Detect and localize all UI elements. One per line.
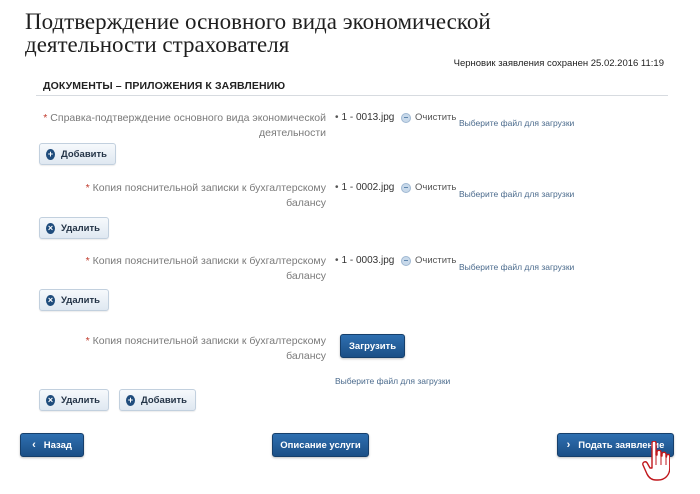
clear-icon — [401, 112, 411, 123]
required-marker: * — [43, 112, 48, 124]
document-label-3: * Копия пояснительной записки к бухгалте… — [26, 254, 326, 284]
document-label-line1: Копия пояснительной записки к бухгалтерс… — [92, 255, 326, 267]
clear-label: Очистить — [415, 112, 457, 123]
upload-button-label: Загрузить — [348, 340, 397, 352]
back-button[interactable]: ‹ Назад — [20, 433, 84, 457]
document-label-line1: Справка-подтверждение основного вида эко… — [50, 112, 326, 124]
section-title: ДОКУМЕНТЫ – ПРИЛОЖЕНИЯ К ЗАЯВЛЕНИЮ — [43, 80, 286, 92]
remove-button-label: Удалить — [61, 294, 100, 306]
remove-icon: × — [46, 222, 55, 234]
back-button-label: Назад — [43, 439, 72, 451]
uploaded-file-2: • 1 - 0002.jpg — [335, 182, 395, 193]
clear-button-2[interactable]: Очистить — [401, 182, 456, 193]
document-label-line2: балансу — [286, 197, 326, 209]
add-button-label: Добавить — [60, 148, 107, 160]
service-description-button[interactable]: Описание услуги — [272, 433, 369, 457]
remove-icon: × — [46, 394, 55, 406]
add-button-4[interactable]: + Добавить — [119, 389, 196, 411]
document-label-line2: балансу — [286, 350, 326, 362]
file-name: 1 - 0003.jpg — [341, 255, 395, 266]
clear-button-1[interactable]: Очистить — [401, 112, 456, 123]
page-title: Подтверждение основного вида экономическ… — [25, 9, 491, 57]
section-divider — [36, 95, 668, 96]
clear-icon — [401, 255, 411, 266]
draft-notice: Черновик заявления сохранен 25.02.2016 1… — [453, 58, 664, 69]
document-label-2: * Копия пояснительной записки к бухгалте… — [26, 181, 326, 211]
choose-file-link-2[interactable]: Выберите файл для загрузки — [459, 189, 574, 199]
remove-button-label: Удалить — [61, 394, 100, 406]
remove-button-label: Удалить — [61, 222, 100, 234]
remove-button-2[interactable]: × Удалить — [39, 217, 109, 239]
file-name: 1 - 0002.jpg — [341, 182, 395, 193]
uploaded-file-3: • 1 - 0003.jpg — [335, 255, 395, 266]
clear-icon — [401, 182, 411, 193]
plus-icon: + — [126, 394, 135, 406]
file-name: 1 - 0013.jpg — [341, 112, 395, 123]
document-label-4: * Копия пояснительной записки к бухгалте… — [26, 334, 326, 364]
service-description-label: Описание услуги — [280, 439, 361, 451]
add-button-1[interactable]: + Добавить — [39, 143, 116, 165]
chevron-left-icon: ‹ — [32, 439, 36, 451]
required-marker: * — [85, 182, 90, 194]
add-button-label: Добавить — [140, 394, 187, 406]
upload-button[interactable]: Загрузить — [340, 334, 405, 358]
document-label-line2: деятельности — [259, 127, 326, 139]
clear-label: Очистить — [415, 255, 457, 266]
choose-file-link-4[interactable]: Выберите файл для загрузки — [335, 376, 450, 386]
chevron-right-icon: › — [566, 439, 571, 451]
document-label-1: * Справка-подтверждение основного вида э… — [26, 111, 326, 141]
document-label-line1: Копия пояснительной записки к бухгалтерс… — [92, 335, 326, 347]
uploaded-file-1: • 1 - 0013.jpg — [335, 112, 395, 123]
choose-file-link-1[interactable]: Выберите файл для загрузки — [459, 118, 574, 128]
clear-label: Очистить — [415, 182, 457, 193]
remove-button-3[interactable]: × Удалить — [39, 289, 109, 311]
clear-button-3[interactable]: Очистить — [401, 255, 456, 266]
required-marker: * — [85, 335, 90, 347]
remove-icon: × — [46, 294, 55, 306]
hand-cursor-icon — [642, 441, 670, 481]
required-marker: * — [85, 255, 90, 267]
remove-button-4[interactable]: × Удалить — [39, 389, 109, 411]
document-label-line2: балансу — [286, 270, 326, 282]
document-label-line1: Копия пояснительной записки к бухгалтерс… — [92, 182, 326, 194]
plus-icon: + — [46, 148, 55, 160]
choose-file-link-3[interactable]: Выберите файл для загрузки — [459, 262, 574, 272]
